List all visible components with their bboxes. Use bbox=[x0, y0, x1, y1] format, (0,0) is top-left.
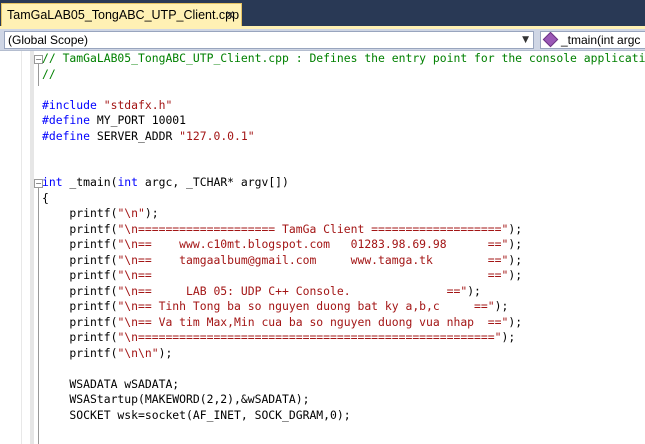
code-token: printf( bbox=[42, 237, 118, 251]
code-line[interactable]: // TamGaLAB05_TongABC_UTP_Client.cpp : D… bbox=[42, 51, 645, 67]
code-token: int bbox=[117, 175, 139, 189]
code-token: "\n=====================================… bbox=[117, 330, 502, 344]
code-token: ); bbox=[508, 268, 523, 282]
code-line[interactable]: #define MY_PORT 10001 bbox=[42, 113, 645, 129]
code-token: printf( bbox=[42, 206, 118, 220]
function-dropdown-value: _tmain(int argc bbox=[561, 33, 641, 47]
code-line[interactable]: #define SERVER_ADDR "127.0.0.1" bbox=[42, 129, 645, 145]
code-token: "\n== Tinh Tong ba so nguyen duong bat k… bbox=[117, 299, 495, 313]
code-token: "\n== tamgaalbum@gmail.com www.tamga.tk … bbox=[117, 252, 509, 267]
code-line[interactable]: printf("\n== Tinh Tong ba so nguyen duon… bbox=[42, 299, 645, 315]
code-line[interactable]: { bbox=[42, 191, 645, 207]
code-token: printf( bbox=[42, 283, 118, 298]
code-text[interactable]: // TamGaLAB05_TongABC_UTP_Client.cpp : D… bbox=[42, 51, 645, 423]
code-line[interactable]: printf("\n==================== TamGa Cli… bbox=[42, 222, 645, 238]
code-line[interactable]: printf("\n== Va tim Max,Min cua ba so ng… bbox=[42, 315, 645, 331]
scope-dropdown-value: (Global Scope) bbox=[8, 33, 89, 47]
code-token: { bbox=[42, 190, 49, 205]
outline-line bbox=[38, 64, 39, 86]
code-token: // TamGaLAB05_TongABC_UTP_Client.cpp : D… bbox=[42, 51, 645, 65]
code-line[interactable]: // bbox=[42, 67, 645, 83]
code-line[interactable] bbox=[42, 361, 645, 377]
code-token: "\n" bbox=[117, 206, 145, 220]
code-token: "127.0.0.1" bbox=[179, 128, 255, 143]
code-line[interactable]: SOCKET wsk=socket(AF_INET, SOCK_DGRAM,0)… bbox=[42, 408, 645, 424]
code-line[interactable]: printf("\n==============================… bbox=[42, 330, 645, 346]
navigation-bar: (Global Scope) ▼ _tmain(int argc bbox=[0, 29, 645, 51]
code-token: argc, _TCHAR* argv[]) bbox=[138, 175, 289, 189]
code-token: WSAStartup(MAKEWORD(2,2),&wSADATA); bbox=[42, 392, 310, 406]
code-token: printf( bbox=[42, 299, 118, 313]
code-token: ); bbox=[144, 206, 159, 220]
code-line[interactable]: printf("\n== =="); bbox=[42, 268, 645, 284]
code-token: ); bbox=[508, 221, 523, 236]
code-token: "\n== LAB 05: UDP C++ Console. ==" bbox=[117, 283, 468, 298]
code-token: "\n== ==" bbox=[117, 268, 509, 282]
scope-dropdown[interactable]: (Global Scope) ▼ bbox=[4, 31, 534, 49]
code-token: printf( bbox=[42, 221, 118, 236]
code-line[interactable]: int _tmain(int argc, _TCHAR* argv[]) bbox=[42, 175, 645, 191]
code-token: ); bbox=[467, 283, 481, 298]
code-token: printf( bbox=[42, 314, 118, 329]
code-line[interactable]: #include "stdafx.h" bbox=[42, 98, 645, 114]
code-line[interactable]: WSAStartup(MAKEWORD(2,2),&wSADATA); bbox=[42, 392, 645, 408]
code-token: ); bbox=[494, 299, 509, 313]
method-icon bbox=[542, 32, 559, 48]
code-line[interactable]: WSADATA wSADATA; bbox=[42, 377, 645, 393]
code-token: #define bbox=[42, 128, 91, 143]
code-token: _tmain( bbox=[62, 175, 118, 189]
code-line[interactable]: printf("\n== www.c10mt.blogspot.com 0128… bbox=[42, 237, 645, 253]
code-token: ); bbox=[158, 345, 173, 360]
document-tab-bar: TamGaLAB05_TongABC_UTP_Client.cpp ✕ bbox=[0, 0, 645, 28]
code-token: MY_PORT 10001 bbox=[90, 113, 187, 127]
code-token: "\n==================== TamGa Client ===… bbox=[117, 221, 509, 236]
code-token: SERVER_ADDR bbox=[90, 128, 180, 143]
code-token: printf( bbox=[42, 345, 118, 360]
document-tab[interactable]: TamGaLAB05_TongABC_UTP_Client.cpp ✕ bbox=[1, 3, 242, 26]
code-token: printf( bbox=[42, 268, 118, 282]
code-token: ); bbox=[508, 314, 523, 329]
code-line[interactable]: printf("\n"); bbox=[42, 206, 645, 222]
code-line[interactable] bbox=[42, 82, 645, 98]
chevron-down-icon[interactable]: ▼ bbox=[522, 32, 529, 48]
function-dropdown[interactable]: _tmain(int argc bbox=[540, 31, 645, 49]
code-line[interactable]: printf("\n== LAB 05: UDP C++ Console. ==… bbox=[42, 284, 645, 300]
code-token: "\n== www.c10mt.blogspot.com 01283.98.69… bbox=[117, 237, 509, 251]
code-line[interactable]: printf("\n== tamgaalbum@gmail.com www.ta… bbox=[42, 253, 645, 269]
code-token: "\n== Va tim Max,Min cua ba so nguyen du… bbox=[117, 314, 509, 329]
change-tracking-bar bbox=[30, 51, 34, 444]
code-token: ); bbox=[508, 237, 523, 251]
code-token: printf( bbox=[42, 252, 118, 267]
outline-line bbox=[38, 188, 39, 444]
code-token: "stdafx.h" bbox=[103, 97, 173, 112]
code-token: #include bbox=[42, 97, 104, 112]
code-token: WSADATA wSADATA; bbox=[42, 376, 180, 391]
editor-margin bbox=[0, 51, 22, 444]
document-tab-title: TamGaLAB05_TongABC_UTP_Client.cpp bbox=[7, 8, 240, 22]
code-token: int bbox=[42, 175, 63, 189]
code-token: // bbox=[42, 66, 56, 81]
code-line[interactable] bbox=[42, 144, 645, 160]
code-editor[interactable]: − − // TamGaLAB05_TongABC_UTP_Client.cpp… bbox=[0, 51, 645, 444]
code-token: "\n\n" bbox=[117, 345, 159, 360]
code-token: printf( bbox=[42, 330, 118, 344]
code-token: SOCKET wsk=socket(AF_INET, SOCK_DGRAM,0)… bbox=[42, 407, 351, 422]
code-line[interactable] bbox=[42, 160, 645, 176]
code-token: ); bbox=[508, 252, 523, 267]
code-line[interactable]: printf("\n\n"); bbox=[42, 346, 645, 362]
code-token: ); bbox=[501, 330, 516, 344]
code-token: #define bbox=[42, 113, 91, 127]
close-icon[interactable]: ✕ bbox=[225, 4, 235, 26]
